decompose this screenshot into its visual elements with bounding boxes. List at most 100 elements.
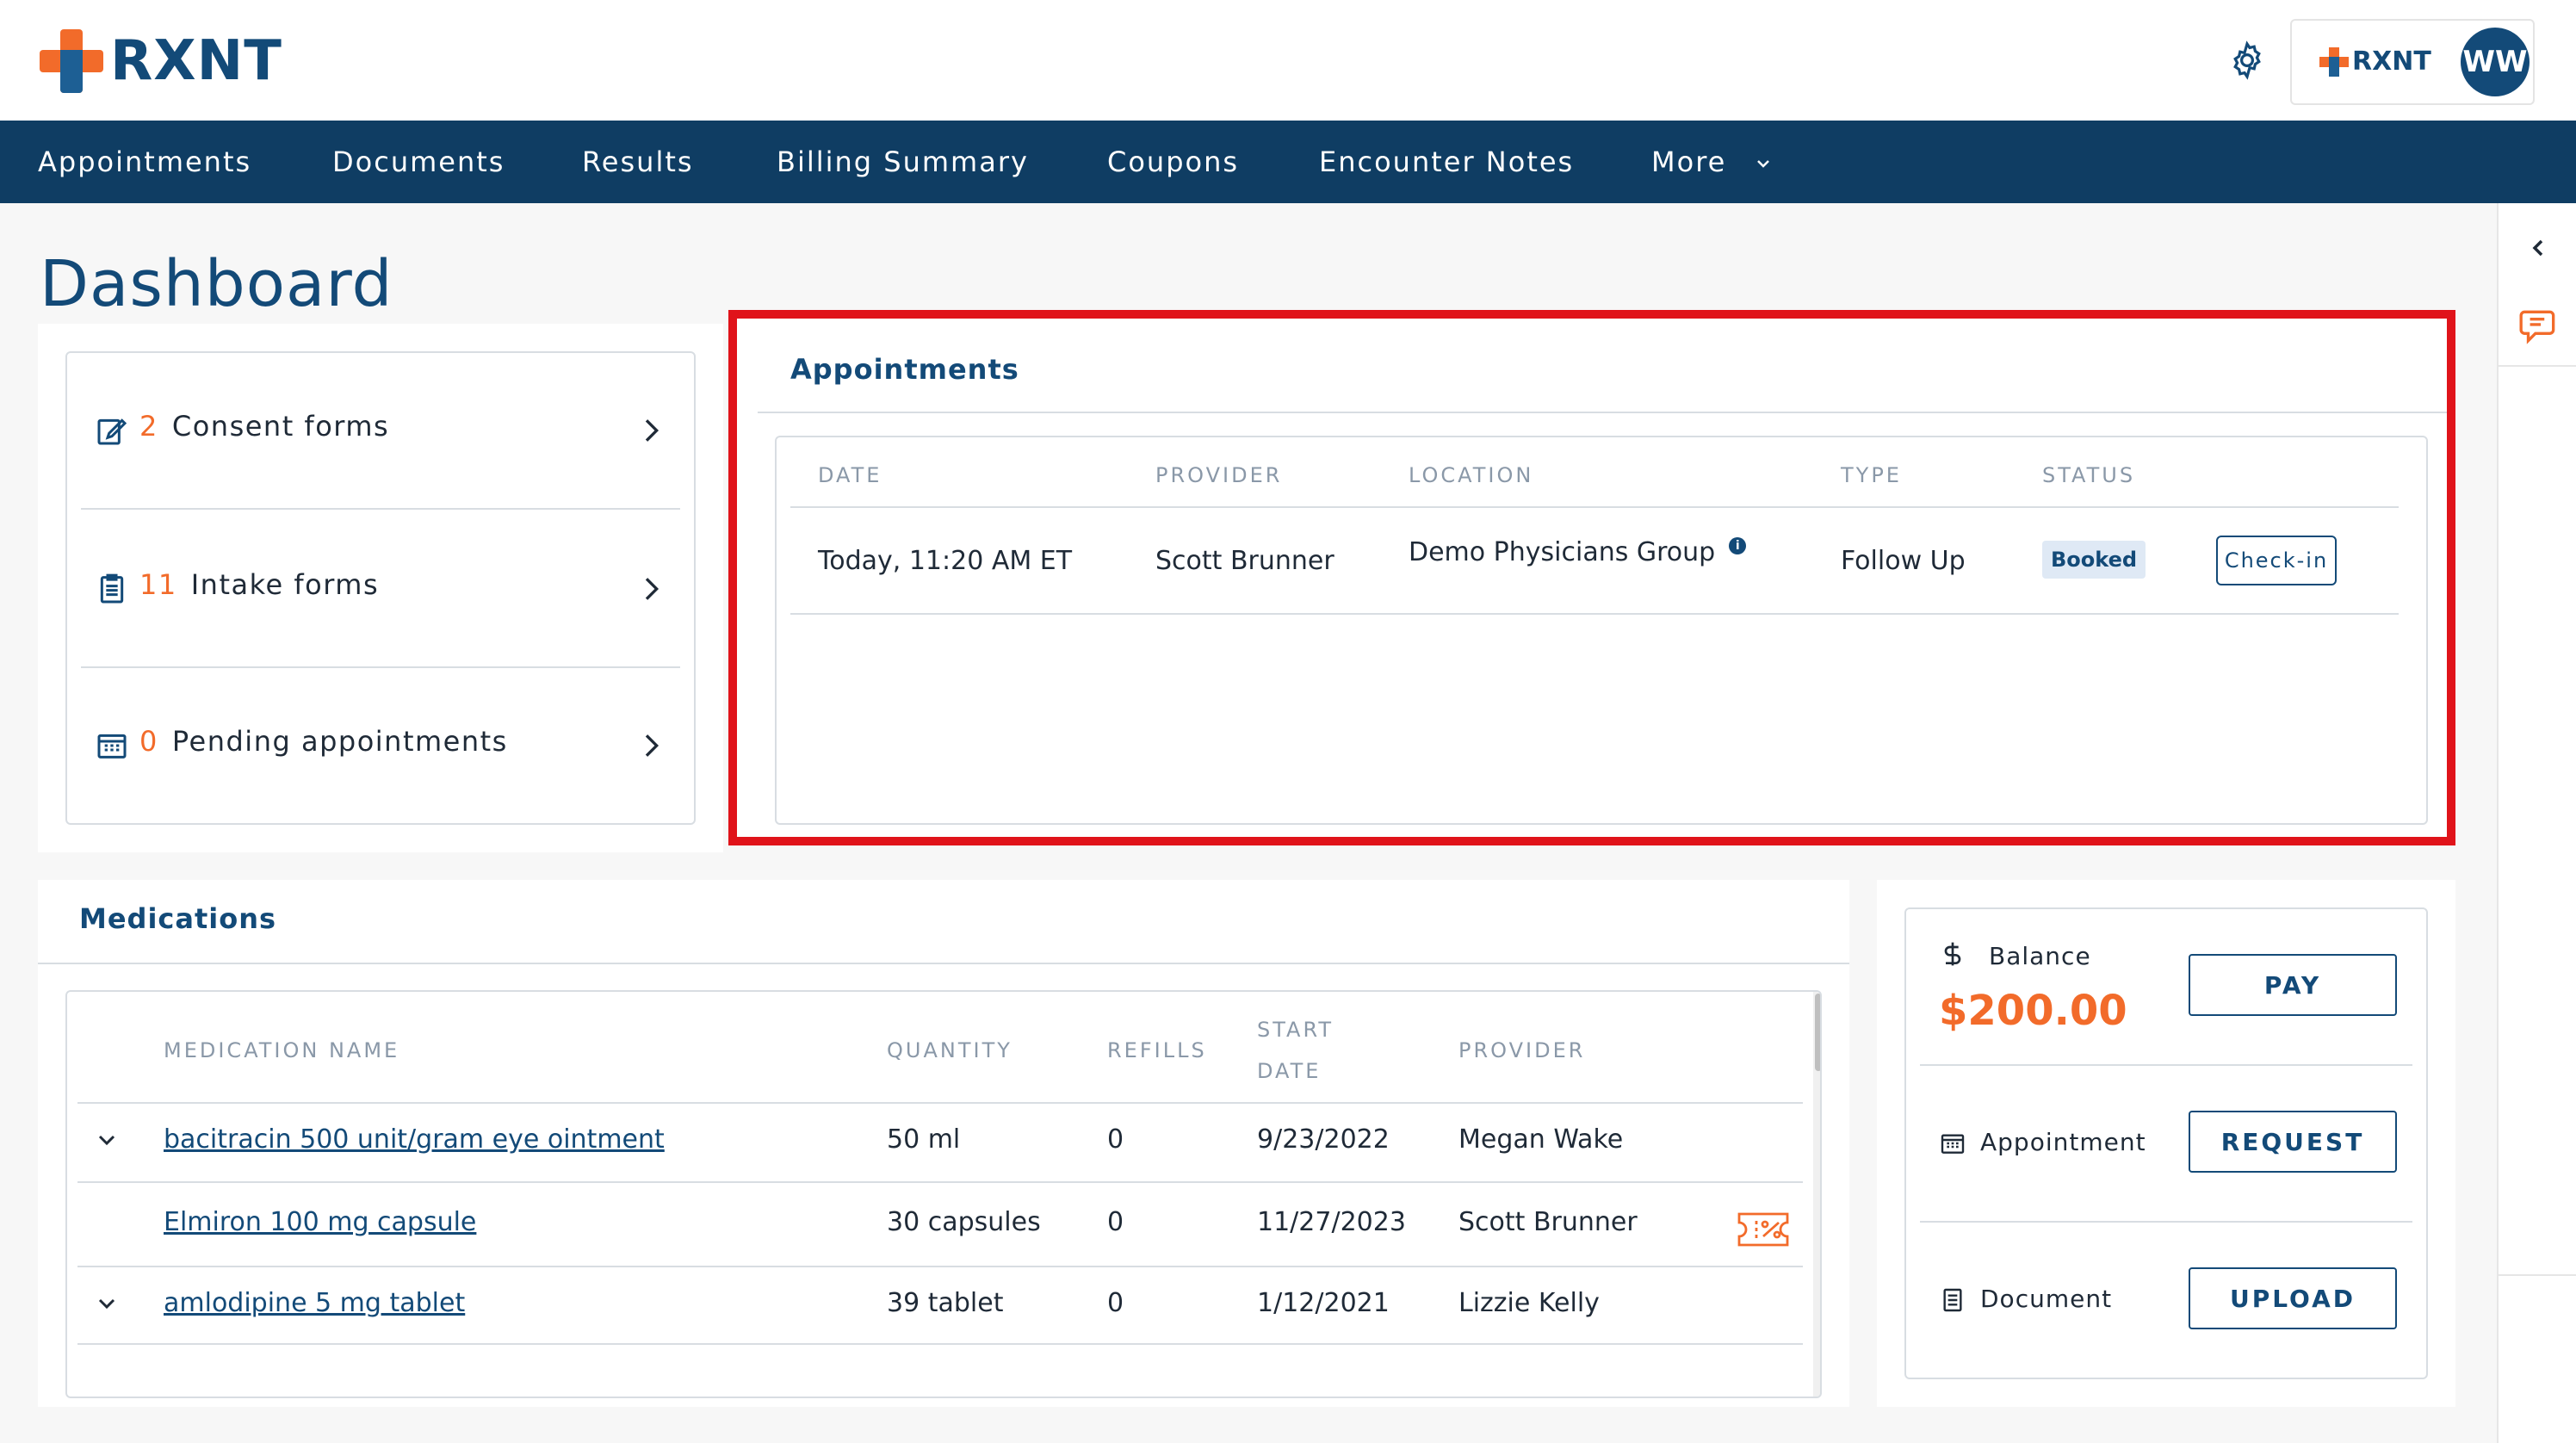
medication-start-date: 1/12/2021: [1257, 1288, 1390, 1318]
rxnt-cross-icon: [40, 29, 103, 93]
consent-forms-row[interactable]: 2 Consent forms: [67, 353, 694, 508]
table-divider: [790, 613, 2399, 615]
balance-label: Balance: [1989, 942, 2091, 970]
chevron-left-icon[interactable]: [2524, 234, 2552, 262]
appointment-location: Demo Physicians Group i: [1409, 537, 1747, 567]
page-title: Dashboard: [40, 247, 393, 321]
appointments-card: Appointments DATE PROVIDER LOCATION TYPE…: [728, 310, 2455, 845]
column-header-status: STATUS: [2042, 463, 2136, 487]
right-rail: [2497, 203, 2576, 1443]
top-header: RXNT RXNT WW: [0, 0, 2576, 121]
pending-appointments-label: 0 Pending appointments: [139, 725, 508, 758]
intake-forms-text: Intake forms: [190, 568, 380, 601]
appointments-divider: [758, 412, 2447, 413]
table-divider: [77, 1343, 1803, 1345]
chevron-down-icon[interactable]: [93, 1126, 121, 1154]
medication-refills: 0: [1107, 1288, 1124, 1318]
column-header-quantity: QUANTITY: [887, 1038, 1012, 1062]
column-header-type: TYPE: [1841, 463, 1902, 487]
column-header-date: DATE: [818, 463, 882, 487]
pending-appointments-text: Pending appointments: [171, 725, 508, 758]
table-divider: [790, 506, 2399, 508]
medications-title: Medications: [79, 902, 277, 935]
chevron-down-icon[interactable]: [93, 1290, 121, 1317]
medication-refills: 0: [1107, 1207, 1124, 1237]
appointment-provider: Scott Brunner: [1155, 546, 1334, 576]
rxnt-mini-cross-icon: [2319, 46, 2349, 77]
intake-forms-label: 11 Intake forms: [139, 568, 379, 601]
info-icon[interactable]: i: [1729, 537, 1747, 554]
pending-appointments-count: 0: [139, 725, 158, 758]
balance-amount: $200.00: [1939, 987, 2127, 1035]
chat-icon[interactable]: [2517, 305, 2561, 348]
medications-card: Medications MEDICATION NAME QUANTITY REF…: [38, 880, 1849, 1407]
intake-forms-count: 11: [139, 568, 177, 601]
medication-link[interactable]: bacitracin 500 unit/gram eye ointment: [164, 1124, 665, 1155]
billing-actions: Balance $200.00 PAY Appointment REQUEST …: [1904, 907, 2428, 1379]
medication-quantity: 39 tablet: [887, 1288, 1004, 1318]
column-header-location: LOCATION: [1409, 463, 1534, 487]
column-header-provider: PROVIDER: [1155, 463, 1283, 487]
check-in-button[interactable]: Check-in: [2216, 536, 2337, 585]
table-divider: [77, 1102, 1803, 1104]
consent-forms-label: 2 Consent forms: [139, 410, 389, 443]
clipboard-icon: [100, 573, 124, 604]
avatar[interactable]: WW: [2461, 28, 2530, 96]
document-label: Document: [1980, 1285, 2113, 1313]
medication-provider: Megan Wake: [1458, 1124, 1624, 1155]
request-appointment-button[interactable]: REQUEST: [2189, 1111, 2397, 1173]
medication-link[interactable]: Elmiron 100 mg capsule: [164, 1207, 476, 1237]
column-header-medication-name: MEDICATION NAME: [164, 1038, 400, 1062]
scrollbar-thumb[interactable]: [1815, 994, 1820, 1071]
nav-encounter-notes[interactable]: Encounter Notes: [1319, 121, 1574, 203]
medications-divider: [38, 963, 1849, 964]
chevron-right-icon[interactable]: [634, 572, 668, 606]
chevron-right-icon[interactable]: [634, 413, 668, 448]
nav-results[interactable]: Results: [582, 121, 694, 203]
pay-button[interactable]: PAY: [2189, 954, 2397, 1016]
account-switcher[interactable]: RXNT WW: [2290, 19, 2535, 105]
nav-coupons[interactable]: Coupons: [1107, 121, 1239, 203]
coupon-icon[interactable]: [1737, 1212, 1789, 1247]
forms-card: 2 Consent forms 11 Intake forms 0 Pending a…: [38, 324, 723, 852]
chevron-down-icon: [1756, 160, 1769, 168]
pending-appointments-row[interactable]: 0 Pending appointments: [67, 668, 694, 823]
calendar-icon: [97, 734, 127, 759]
main-nav: Appointments Documents Results Billing S…: [0, 121, 2576, 203]
medication-provider: Lizzie Kelly: [1458, 1288, 1600, 1318]
rxnt-logo[interactable]: RXNT: [40, 29, 282, 93]
medication-provider: Scott Brunner: [1458, 1207, 1638, 1237]
medication-quantity: 50 ml: [887, 1124, 961, 1155]
document-icon: [1943, 1288, 1962, 1312]
rail-divider: [2499, 365, 2576, 367]
nav-billing-summary[interactable]: Billing Summary: [777, 121, 1029, 203]
billing-divider: [1920, 1064, 2412, 1066]
medications-table: MEDICATION NAME QUANTITY REFILLS START D…: [65, 990, 1822, 1398]
gear-icon[interactable]: [2226, 40, 2268, 81]
nav-more[interactable]: More: [1651, 121, 1774, 203]
nav-more-label: More: [1651, 146, 1727, 178]
column-header-refills: REFILLS: [1107, 1038, 1207, 1062]
intake-forms-row[interactable]: 11 Intake forms: [67, 511, 694, 666]
table-divider: [77, 1266, 1803, 1267]
column-header-provider: PROVIDER: [1458, 1038, 1586, 1062]
forms-list: 2 Consent forms 11 Intake forms 0 Pending a…: [65, 351, 696, 825]
account-logo: RXNT: [2319, 46, 2431, 77]
medication-start-date: 9/23/2022: [1257, 1124, 1390, 1155]
nav-appointments[interactable]: Appointments: [38, 121, 251, 203]
nav-documents[interactable]: Documents: [332, 121, 505, 203]
appointment-date: Today, 11:20 AM ET: [818, 546, 1073, 576]
chevron-right-icon[interactable]: [634, 728, 668, 763]
medication-refills: 0: [1107, 1124, 1124, 1155]
logo-text: RXNT: [110, 29, 282, 93]
dollar-icon: [1944, 942, 1961, 966]
forms-divider: [81, 508, 680, 510]
upload-document-button[interactable]: UPLOAD: [2189, 1267, 2397, 1329]
consent-forms-text: Consent forms: [171, 410, 390, 443]
column-header-start: START: [1257, 1018, 1334, 1042]
medication-quantity: 30 capsules: [887, 1207, 1041, 1237]
status-badge: Booked: [2042, 541, 2146, 579]
account-brand: RXNT: [2352, 46, 2431, 77]
medication-link[interactable]: amlodipine 5 mg tablet: [164, 1288, 465, 1318]
billing-divider: [1920, 1221, 2412, 1223]
